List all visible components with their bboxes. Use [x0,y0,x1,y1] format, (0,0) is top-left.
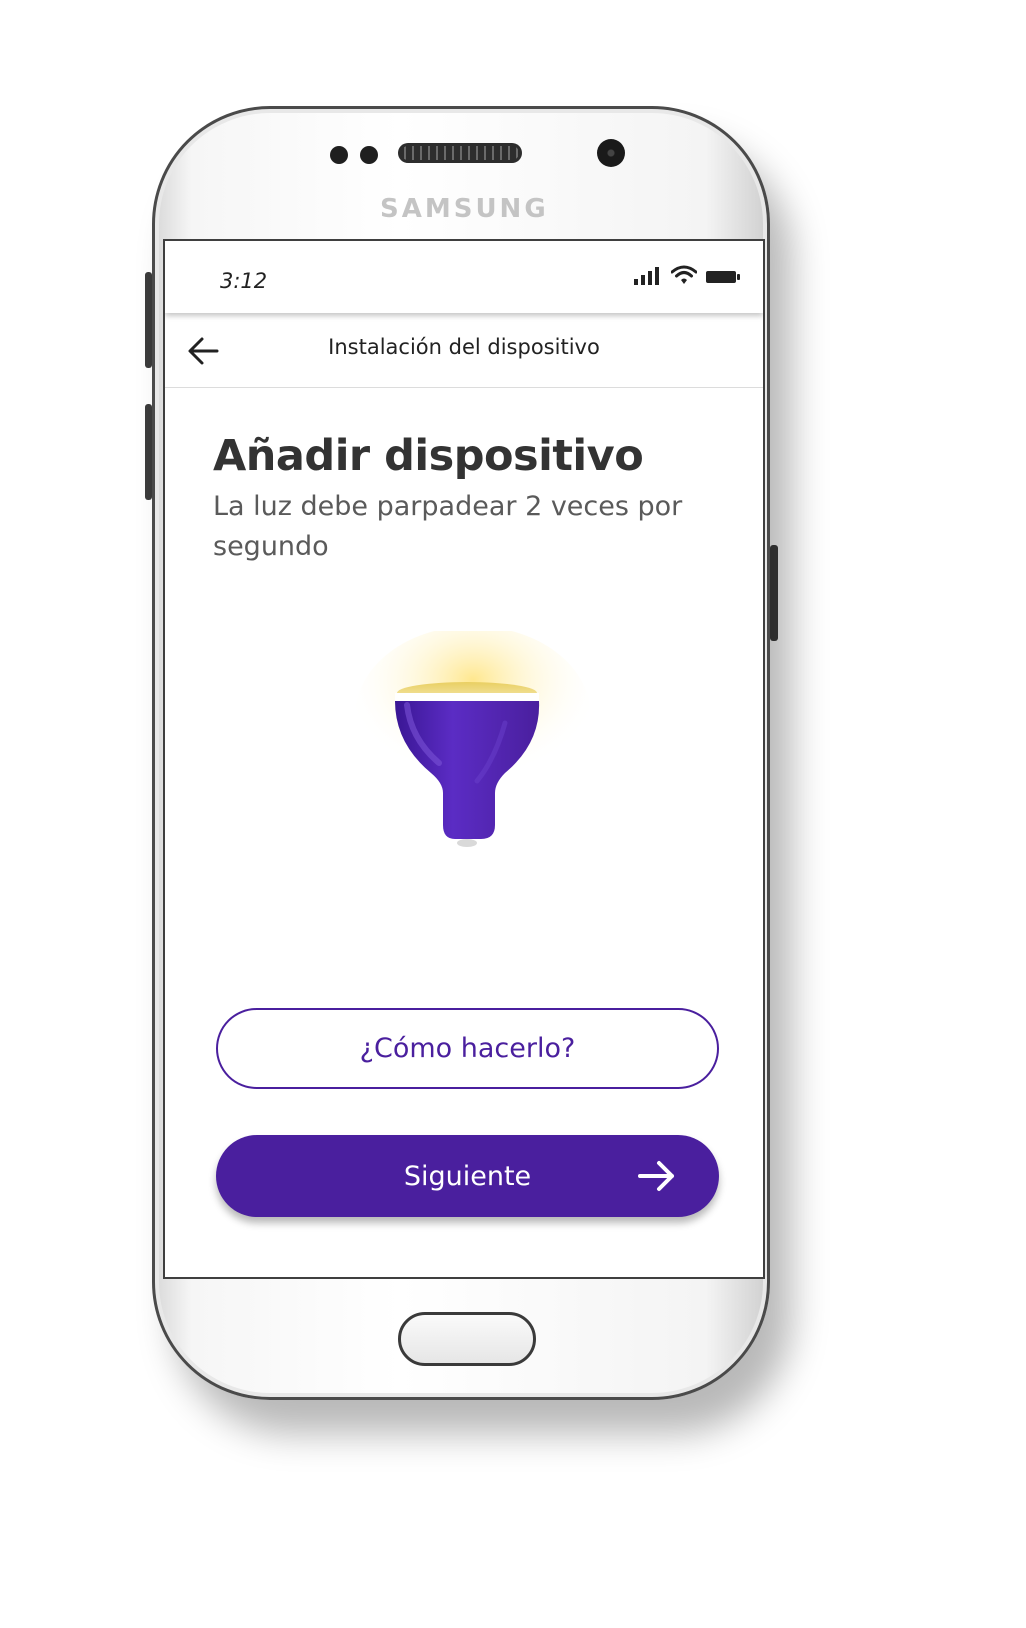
status-icons [633,265,741,285]
page-title: Instalación del dispositivo [328,335,600,359]
arrow-right-icon [638,1161,674,1191]
sensor-dot [330,146,348,164]
screen-subtitle: La luz debe parpadear 2 veces por segund… [213,491,683,562]
sensor-dot [360,146,378,164]
power-button[interactable] [770,545,778,641]
how-to-label: ¿Cómo hacerlo? [359,1033,576,1064]
wifi-icon [671,265,697,284]
screen-heading: Añadir dispositivo [213,431,644,481]
earpiece-speaker [398,143,522,163]
screen: 3:12 Instalación del dispositivo Añadir … [163,239,765,1279]
next-label: Siguiente [403,1160,532,1192]
stage: SAMSUNG 3:12 Instalación del dispositivo… [0,0,1026,1628]
light-bulb-icon [355,631,591,847]
volume-up-button[interactable] [145,272,152,368]
how-to-button[interactable]: ¿Cómo hacerlo? [216,1008,719,1089]
home-button[interactable] [398,1312,536,1366]
next-button[interactable]: Siguiente [216,1135,719,1217]
volume-down-button[interactable] [145,404,152,500]
front-camera [597,139,625,167]
brand-logo: SAMSUNG [380,194,549,224]
app-bar: Instalación del dispositivo [165,313,763,388]
battery-icon [706,271,740,283]
status-bar: 3:12 [165,241,763,313]
status-time: 3:12 [220,269,268,293]
signal-icon [634,267,659,285]
